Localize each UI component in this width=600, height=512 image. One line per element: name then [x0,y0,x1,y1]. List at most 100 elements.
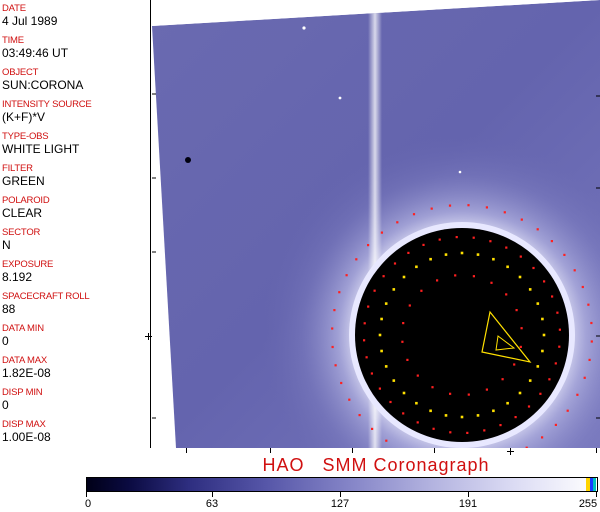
occulter-marker [392,288,396,291]
coronagraph-image[interactable] [152,0,600,448]
metadata-value: 0 [2,334,9,348]
metadata-value: SUN:CORONA [2,78,84,92]
occulter-marker [438,238,441,241]
occulter-marker [460,251,464,255]
bright-spot [302,26,306,30]
occulter-marker [563,253,566,256]
occulter-marker [373,289,376,292]
occulter-marker [338,291,341,294]
occulter-marker [431,386,434,389]
occulter-marker [541,349,544,353]
metadata-label: TIME [2,35,24,46]
occulter-marker [503,211,506,214]
metadata-value: 88 [2,302,16,316]
occulter-marker [402,412,405,415]
colorbar-tick-label: 127 [330,498,350,510]
occulter-marker [384,365,388,368]
occulter-marker [505,246,508,249]
occulter-marker [532,266,535,270]
occulter-marker [393,262,397,265]
occulter-marker [527,405,531,408]
occulter-marker [541,436,544,439]
metadata-field: EXPOSURE 8.192 [2,259,148,284]
star-spot [185,157,191,163]
occulter-marker [467,204,470,207]
bright-spot [338,96,342,100]
metadata-value: 8.192 [2,270,33,284]
metadata-field: POLAROID CLEAR [2,195,148,220]
color-scale-bar[interactable] [86,477,598,492]
occulter-marker [518,391,522,395]
occulter-marker [402,275,406,279]
metadata-label: SPACECRAFT ROLL [2,291,90,302]
occulter-marker [370,372,373,375]
metadata-field: SECTOR N [2,227,148,252]
occulter-marker [505,293,508,296]
occulter-marker [422,243,425,246]
colorbar-tick [596,492,597,497]
occulter-marker [444,414,448,417]
occulter-marker [499,424,502,427]
occulter-marker [466,431,469,434]
occulter-marker [551,295,554,298]
colorbar-tick-label: 255 [578,498,598,510]
occulter-marker [554,362,557,365]
occulter-marker [340,381,343,385]
corona-image-svg [152,0,600,448]
metadata-value: GREEN [2,174,45,188]
metadata-label: SECTOR [2,227,41,238]
occulter-marker [412,213,416,216]
occulter-marker [490,281,493,284]
occulter-marker [367,244,370,247]
center-cross [148,333,149,340]
occulter-marker [528,379,532,382]
occulter-marker [548,378,551,381]
occulter-marker [583,376,586,379]
occulter-marker [402,322,405,325]
metadata-value: N [2,238,11,252]
occulter-marker [513,363,516,366]
metadata-label: DATA MIN [2,323,44,334]
occulter-marker [407,251,410,254]
occulter-marker [430,207,433,210]
occulter-marker [506,265,509,269]
occulter-marker [385,439,388,442]
metadata-field: FILTER GREEN [2,163,148,188]
occulter-marker [371,427,374,430]
occulter-marker [460,415,464,419]
colorbar-tick-label: 63 [205,498,219,510]
occulter-marker [528,288,532,291]
colorbar-tick [468,492,469,497]
occulter-marker [590,321,593,325]
occulter-marker [455,236,458,239]
occulter-marker [384,302,388,305]
occulter-marker [519,345,522,348]
occulter-marker [432,427,435,430]
occulter-marker [485,388,488,391]
occulter-marker [420,289,423,292]
colorbar-saturation-cap [586,478,596,491]
occulter-marker [444,253,448,256]
occulter-marker [472,275,475,278]
occulter-marker [454,274,457,277]
occulter-marker [492,409,495,413]
occulter-marker [406,358,409,361]
occulter-marker [396,221,399,224]
occulter-marker [449,431,452,434]
occulter-marker [576,393,579,396]
occulter-marker [378,333,382,337]
occulter-marker [476,253,480,256]
metadata-label: POLAROID [2,195,50,206]
metadata-field: DISP MAX 1.00E-08 [2,419,148,444]
occulter-marker [518,275,522,279]
occulter-marker [449,392,452,395]
occulter-marker [581,285,584,289]
occulter-marker [448,204,452,207]
occulter-marker [367,305,370,308]
occulter-marker [554,423,557,426]
occulter-marker [501,378,504,381]
occulter-marker [355,258,358,261]
metadata-label: EXPOSURE [2,259,54,270]
occulter-marker [363,322,366,325]
occulter-marker [429,257,432,261]
